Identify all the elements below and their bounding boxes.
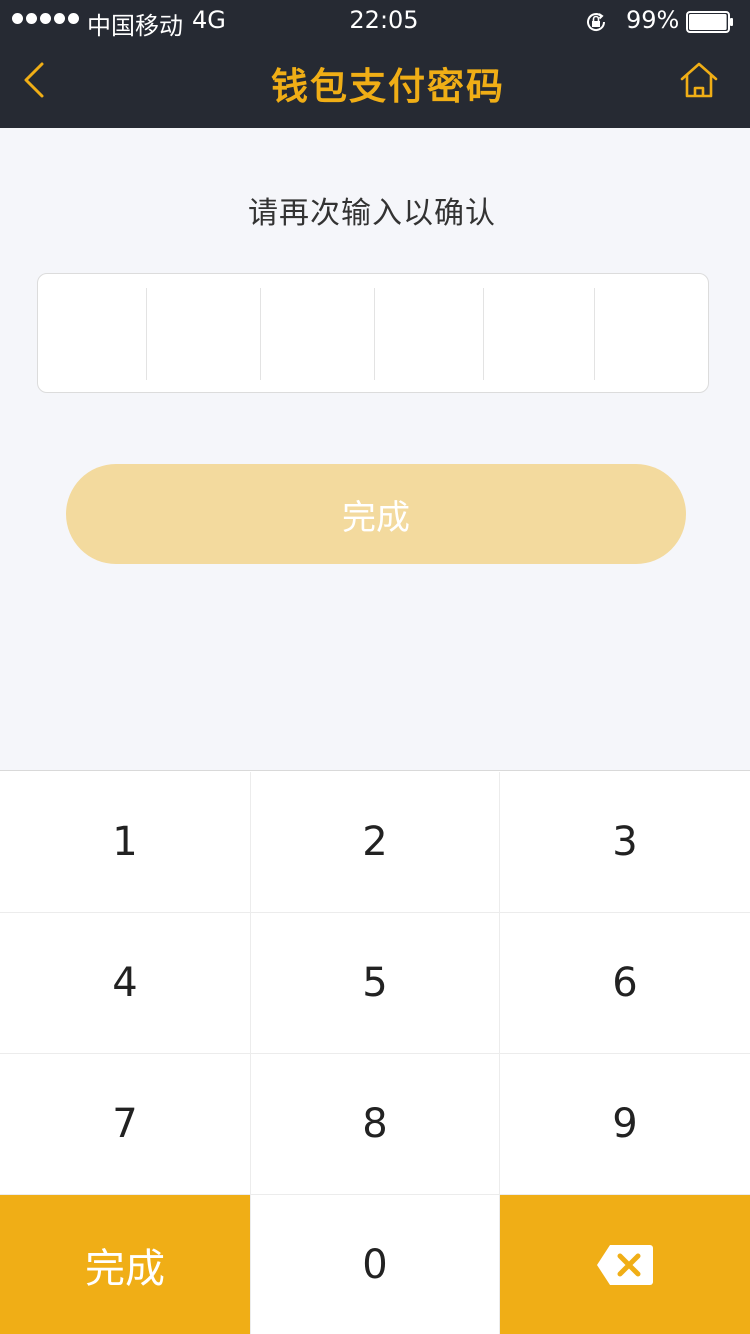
- pin-divider: [260, 288, 261, 380]
- rotation-lock-icon: [587, 13, 606, 31]
- backspace-icon: [597, 1245, 653, 1285]
- key-9[interactable]: 9: [500, 1054, 750, 1194]
- key-7[interactable]: 7: [0, 1054, 250, 1194]
- home-icon[interactable]: [678, 60, 720, 102]
- confirm-prompt: 请再次输入以确认: [248, 196, 496, 231]
- key-8[interactable]: 8: [251, 1054, 499, 1194]
- keypad-divider: [0, 912, 750, 913]
- pin-divider: [594, 288, 595, 380]
- pin-input[interactable]: [37, 273, 709, 393]
- key-2[interactable]: 2: [251, 772, 499, 912]
- keypad-divider: [0, 1194, 750, 1195]
- header: 中国移动 4G 22:05 99% 钱包支付密码: [0, 0, 750, 128]
- numeric-keypad: 1 2 3 4 5 6 7 8 9 完成 0: [0, 770, 750, 1334]
- page-title: 钱包支付密码: [271, 65, 505, 108]
- key-4[interactable]: 4: [0, 913, 250, 1053]
- pin-divider: [146, 288, 147, 380]
- keypad-divider: [499, 772, 500, 1334]
- keypad-done-button[interactable]: 完成: [0, 1195, 250, 1334]
- nav-bar: 钱包支付密码: [0, 44, 750, 128]
- done-button[interactable]: 完成: [66, 464, 686, 564]
- pin-divider: [483, 288, 484, 380]
- keypad-divider: [0, 1053, 750, 1054]
- key-5[interactable]: 5: [251, 913, 499, 1053]
- battery-percent: 99%: [626, 6, 680, 34]
- key-0[interactable]: 0: [251, 1195, 499, 1334]
- key-1[interactable]: 1: [0, 772, 250, 912]
- keypad-divider: [250, 772, 251, 1334]
- key-6[interactable]: 6: [500, 913, 750, 1053]
- pin-divider: [374, 288, 375, 380]
- delete-key[interactable]: [500, 1195, 750, 1334]
- battery-icon: [686, 11, 733, 33]
- key-3[interactable]: 3: [500, 772, 750, 912]
- status-bar: 中国移动 4G 22:05 99%: [0, 0, 750, 44]
